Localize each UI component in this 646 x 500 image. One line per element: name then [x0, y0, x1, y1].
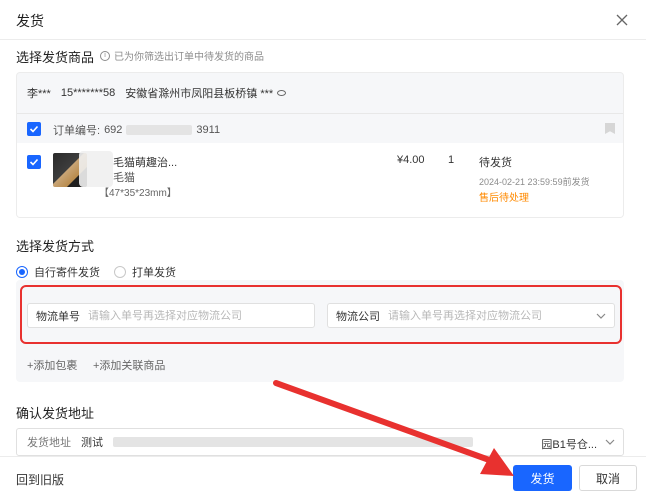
buyer-info: 李*** 15*******58 安徽省滁州市凤阳县板桥镇 ***: [27, 85, 287, 101]
eye-icon[interactable]: [277, 90, 287, 96]
item-checkbox[interactable]: [27, 155, 41, 169]
goods-card: 李*** 15*******58 安徽省滁州市凤阳县板桥镇 *** 订单编号: …: [16, 72, 624, 218]
info-icon: i: [100, 50, 110, 61]
order-number-mask: [126, 125, 193, 135]
after-sale-link[interactable]: 售后待处理: [479, 189, 529, 204]
cancel-button[interactable]: 取消: [579, 465, 637, 491]
order-number-label: 订单编号:: [53, 125, 101, 137]
dialog-title: 发货: [16, 13, 44, 29]
ship-address-mask: [113, 437, 473, 447]
ship-address-field[interactable]: 发货地址 测试 园B1号仓...: [16, 428, 624, 456]
item-deadline: 2024-02-21 23:59:59前发货: [479, 177, 590, 187]
chevron-down-icon[interactable]: [605, 438, 615, 446]
address-section-title: 确认发货地址: [16, 406, 95, 421]
order-number-prefix: 692: [104, 124, 123, 136]
ship-address-value: 测试: [81, 437, 103, 449]
item-price: ¥4.00: [397, 154, 425, 166]
dialog-header: 发货: [0, 0, 646, 40]
buyer-address: 安徽省滁州市凤阳县板桥镇 ***: [125, 88, 274, 100]
ship-address-label: 发货地址: [27, 437, 71, 449]
order-number: 订单编号: 692 3911: [53, 122, 220, 138]
back-to-old-version-link[interactable]: 回到旧版: [16, 471, 64, 488]
method-section-title: 选择发货方式: [16, 239, 95, 254]
dialog-footer: 回到旧版 发货 取消: [0, 456, 646, 500]
radio-print-label[interactable]: [114, 266, 126, 278]
item-thumbnail-mask: [79, 151, 113, 187]
checkbox-checked-icon: [29, 158, 39, 166]
close-icon[interactable]: [612, 10, 632, 30]
item-size: 【47*35*23mm】: [99, 188, 177, 199]
add-package-link[interactable]: +添加包裹: [27, 357, 77, 373]
item-status: 待发货: [479, 157, 512, 169]
ship-button[interactable]: 发货: [513, 465, 572, 491]
order-number-suffix: 3911: [196, 124, 221, 136]
item-title[interactable]: 毛猫萌趣治...: [113, 154, 177, 170]
ship-address-tail: 园B1号仓...: [541, 439, 597, 451]
flag-icon[interactable]: [605, 123, 615, 134]
goods-hint: i 已为你筛选出订单中待发货的商品: [100, 48, 264, 63]
item-quantity: 1: [448, 154, 455, 166]
item-spec: 毛猫: [113, 172, 135, 184]
radio-self-ship[interactable]: [16, 266, 28, 278]
method-options: 自行寄件发货 打单发货: [16, 264, 176, 280]
buyer-phone: 15*******58: [60, 87, 116, 99]
buyer-name: 李***: [27, 88, 51, 100]
item-row: 毛猫萌趣治... 毛猫 【47*35*23mm】 ¥4.00 1 待发货 202…: [17, 143, 623, 217]
goods-section-title: 选择发货商品: [16, 50, 95, 65]
goods-hint-text: 已为你筛选出订单中待发货的商品: [114, 52, 264, 63]
highlight-box: [20, 285, 622, 344]
order-row: 订单编号: 692 3911: [17, 113, 623, 143]
radio-print-label-text[interactable]: 打单发货: [132, 264, 176, 280]
add-related-goods-link[interactable]: +添加关联商品: [93, 357, 165, 373]
checkbox-checked-icon: [29, 125, 39, 133]
order-checkbox[interactable]: [27, 122, 41, 136]
radio-self-ship-label[interactable]: 自行寄件发货: [34, 264, 100, 280]
